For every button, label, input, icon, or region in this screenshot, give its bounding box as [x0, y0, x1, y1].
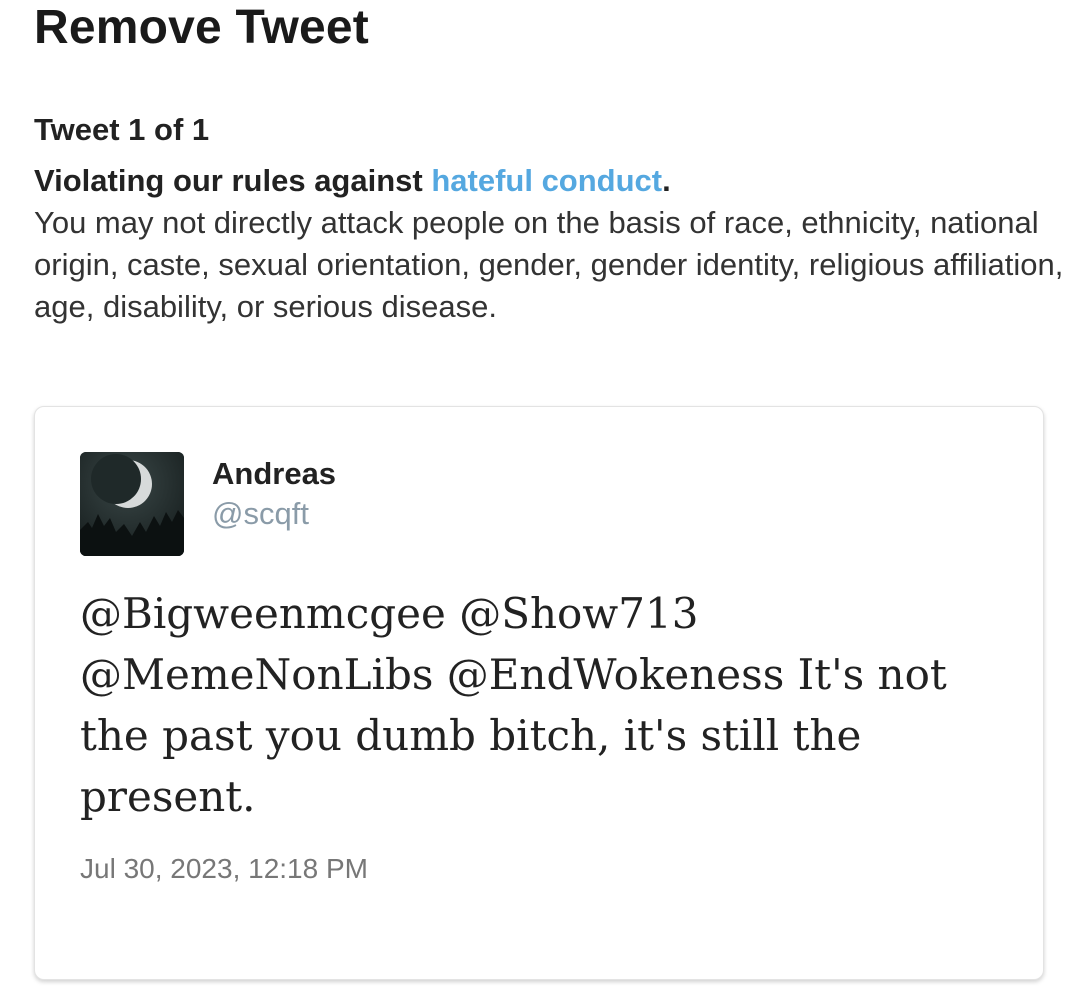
tweet-text: @Bigweenmcgee @Show713 @MemeNonLibs @End…: [80, 589, 947, 821]
tweet-counter: Tweet 1 of 1: [34, 112, 210, 147]
rule-description: You may not directly attack people on th…: [34, 205, 1064, 324]
author-handle: @scqft: [212, 496, 309, 531]
violation-statement: Violating our rules against hateful cond…: [34, 160, 671, 202]
violation-prefix: Violating our rules against: [34, 163, 432, 198]
moon-night-avatar-icon: [80, 452, 184, 556]
author-name: Andreas: [212, 456, 337, 491]
hateful-conduct-link[interactable]: hateful conduct: [431, 163, 662, 198]
avatar: [80, 452, 184, 556]
page-title: Remove Tweet: [34, 1, 369, 54]
tweet-timestamp: Jul 30, 2023, 12:18 PM: [80, 853, 368, 884]
violation-suffix: .: [662, 163, 671, 198]
tweet-card: Andreas @scqft @Bigweenmcgee @Show713 @M…: [34, 406, 1044, 980]
